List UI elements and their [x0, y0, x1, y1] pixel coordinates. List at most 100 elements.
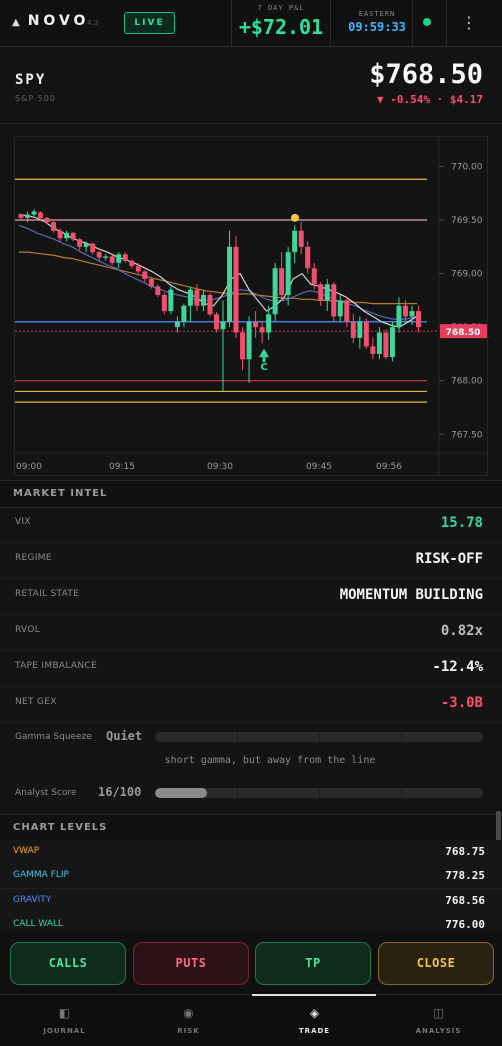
ma-fast-line — [18, 214, 418, 328]
brand-name: NOVO — [27, 13, 90, 29]
intel-row-rvol: RVOL 0.82x — [0, 614, 502, 651]
ticker-symbol[interactable]: SPY — [15, 72, 46, 88]
nav-item-analysis[interactable]: ◫ ANALYSIS — [376, 995, 501, 1046]
brand-logo: ▲ NOVO — [12, 13, 89, 29]
market-intel-header: MARKET INTEL — [0, 480, 502, 508]
candle — [57, 230, 63, 239]
x-tick-label: 09:30 — [207, 462, 233, 472]
trade-icon: ◈ — [309, 1006, 320, 1020]
intel-label: RETAIL STATE — [15, 589, 80, 599]
candle — [370, 346, 376, 354]
live-badge[interactable]: LIVE — [124, 12, 175, 34]
price-chart-svg[interactable]: 770.00 769.50 769.00 768.50 768.00 767.50 09:0… — [15, 137, 487, 475]
candle — [324, 284, 330, 301]
puts-button[interactable]: PUTS — [133, 942, 249, 985]
intel-row-retail-state: RETAIL STATE MOMENTUM BUILDING — [0, 578, 502, 615]
candle — [70, 232, 76, 240]
candle — [298, 230, 304, 247]
intel-label: RVOL — [15, 625, 41, 635]
intel-value: 15.78 — [440, 515, 483, 531]
level-value: 768.56 — [445, 894, 485, 907]
intel-value: RISK-OFF — [415, 551, 483, 567]
ticker-header: SPY S&P 500 $768.50 ▼ -0.54% · $4.17 — [0, 47, 502, 124]
pnl-value: +$72.01 — [238, 15, 324, 39]
candle — [109, 256, 115, 263]
action-bar: CALLS PUTS TP CLOSE — [0, 932, 502, 994]
candle — [213, 314, 219, 330]
nav-label: RISK — [177, 1027, 200, 1035]
x-tick-label: 09:15 — [109, 462, 135, 472]
candle — [376, 332, 382, 354]
candle — [344, 300, 350, 322]
candle — [279, 268, 285, 295]
level-value: 776.00 — [445, 918, 485, 931]
candle — [174, 321, 180, 328]
candle — [331, 284, 337, 317]
bottom-nav: ◧ JOURNAL ◉ RISK ◈ TRADE ◫ ANALYSIS — [0, 994, 502, 1046]
ticker-price: $768.50 — [369, 59, 483, 90]
brand-triangle-icon: ▲ — [12, 17, 20, 28]
candle — [38, 212, 44, 218]
level-row-gravity: GRAVITY 768.56 — [0, 889, 502, 914]
level-value: 768.75 — [445, 845, 485, 858]
candle — [240, 332, 246, 360]
candle — [402, 305, 408, 317]
candle — [142, 271, 148, 279]
candle — [135, 266, 141, 272]
chart-levels-title: CHART LEVELS — [13, 822, 108, 833]
nav-item-journal[interactable]: ◧ JOURNAL — [2, 995, 127, 1046]
candle — [363, 321, 369, 347]
candle — [122, 254, 128, 261]
candle — [272, 268, 278, 315]
ma-slow-line — [19, 251, 417, 305]
y-tick-label: 770.00 — [451, 162, 483, 172]
intel-value: -12.4% — [432, 659, 483, 675]
candle — [266, 314, 272, 333]
candle — [96, 252, 102, 258]
y-tick-label: 769.00 — [451, 270, 483, 280]
top-bar: ▲ NOVO 4.3 LIVE 7 DAY P&L +$72.01 EASTERN… — [0, 0, 502, 47]
nav-label: JOURNAL — [43, 1027, 86, 1035]
candle — [31, 211, 37, 215]
divider — [446, 0, 447, 46]
kebab-icon[interactable]: ⋮ — [456, 10, 482, 36]
market-intel-title: MARKET INTEL — [13, 488, 108, 499]
candle — [383, 332, 389, 358]
close-button[interactable]: CLOSE — [378, 942, 494, 985]
gamma-squeeze-value: Quiet — [106, 729, 143, 743]
candle — [227, 246, 233, 322]
candle — [350, 321, 356, 338]
ticker-change: ▼ -0.54% · $4.17 — [377, 93, 483, 106]
candle — [259, 327, 265, 333]
candle — [285, 252, 291, 295]
calls-button[interactable]: CALLS — [10, 942, 126, 985]
y-tick-label: 768.00 — [451, 377, 483, 387]
candle — [148, 278, 154, 287]
level-label: VWAP — [13, 846, 40, 856]
intel-value: -3.0B — [440, 695, 483, 711]
intel-label: TAPE IMBALANCE — [15, 661, 97, 671]
clock-label: EASTERN — [358, 10, 396, 18]
y-tick-label: 769.50 — [451, 216, 483, 226]
intel-value: MOMENTUM BUILDING — [339, 587, 483, 603]
peak-marker — [291, 213, 299, 222]
intel-value: 0.82x — [440, 623, 483, 639]
level-value: 778.25 — [445, 869, 485, 882]
candle — [311, 268, 317, 285]
analyst-score-fill — [155, 788, 208, 798]
nav-item-risk[interactable]: ◉ RISK — [126, 995, 251, 1046]
intel-label: NET GEX — [15, 697, 57, 707]
level-row-gamma-flip: GAMMA FLIP 778.25 — [0, 864, 502, 889]
tp-button[interactable]: TP — [255, 942, 371, 985]
analyst-score-label: Analyst Score — [15, 788, 77, 798]
gamma-squeeze-label: Gamma Squeeze — [15, 732, 92, 742]
analyst-score-value: 16/100 — [98, 785, 142, 799]
price-chart[interactable]: 770.00 769.50 769.00 768.50 768.00 767.50 09:0… — [14, 136, 488, 476]
candle — [44, 217, 50, 223]
candle — [337, 300, 343, 317]
intel-row-regime: REGIME RISK-OFF — [0, 542, 502, 579]
nav-item-trade[interactable]: ◈ TRADE — [252, 995, 377, 1046]
candle — [409, 311, 415, 317]
candle — [200, 295, 206, 306]
candle — [103, 256, 109, 258]
